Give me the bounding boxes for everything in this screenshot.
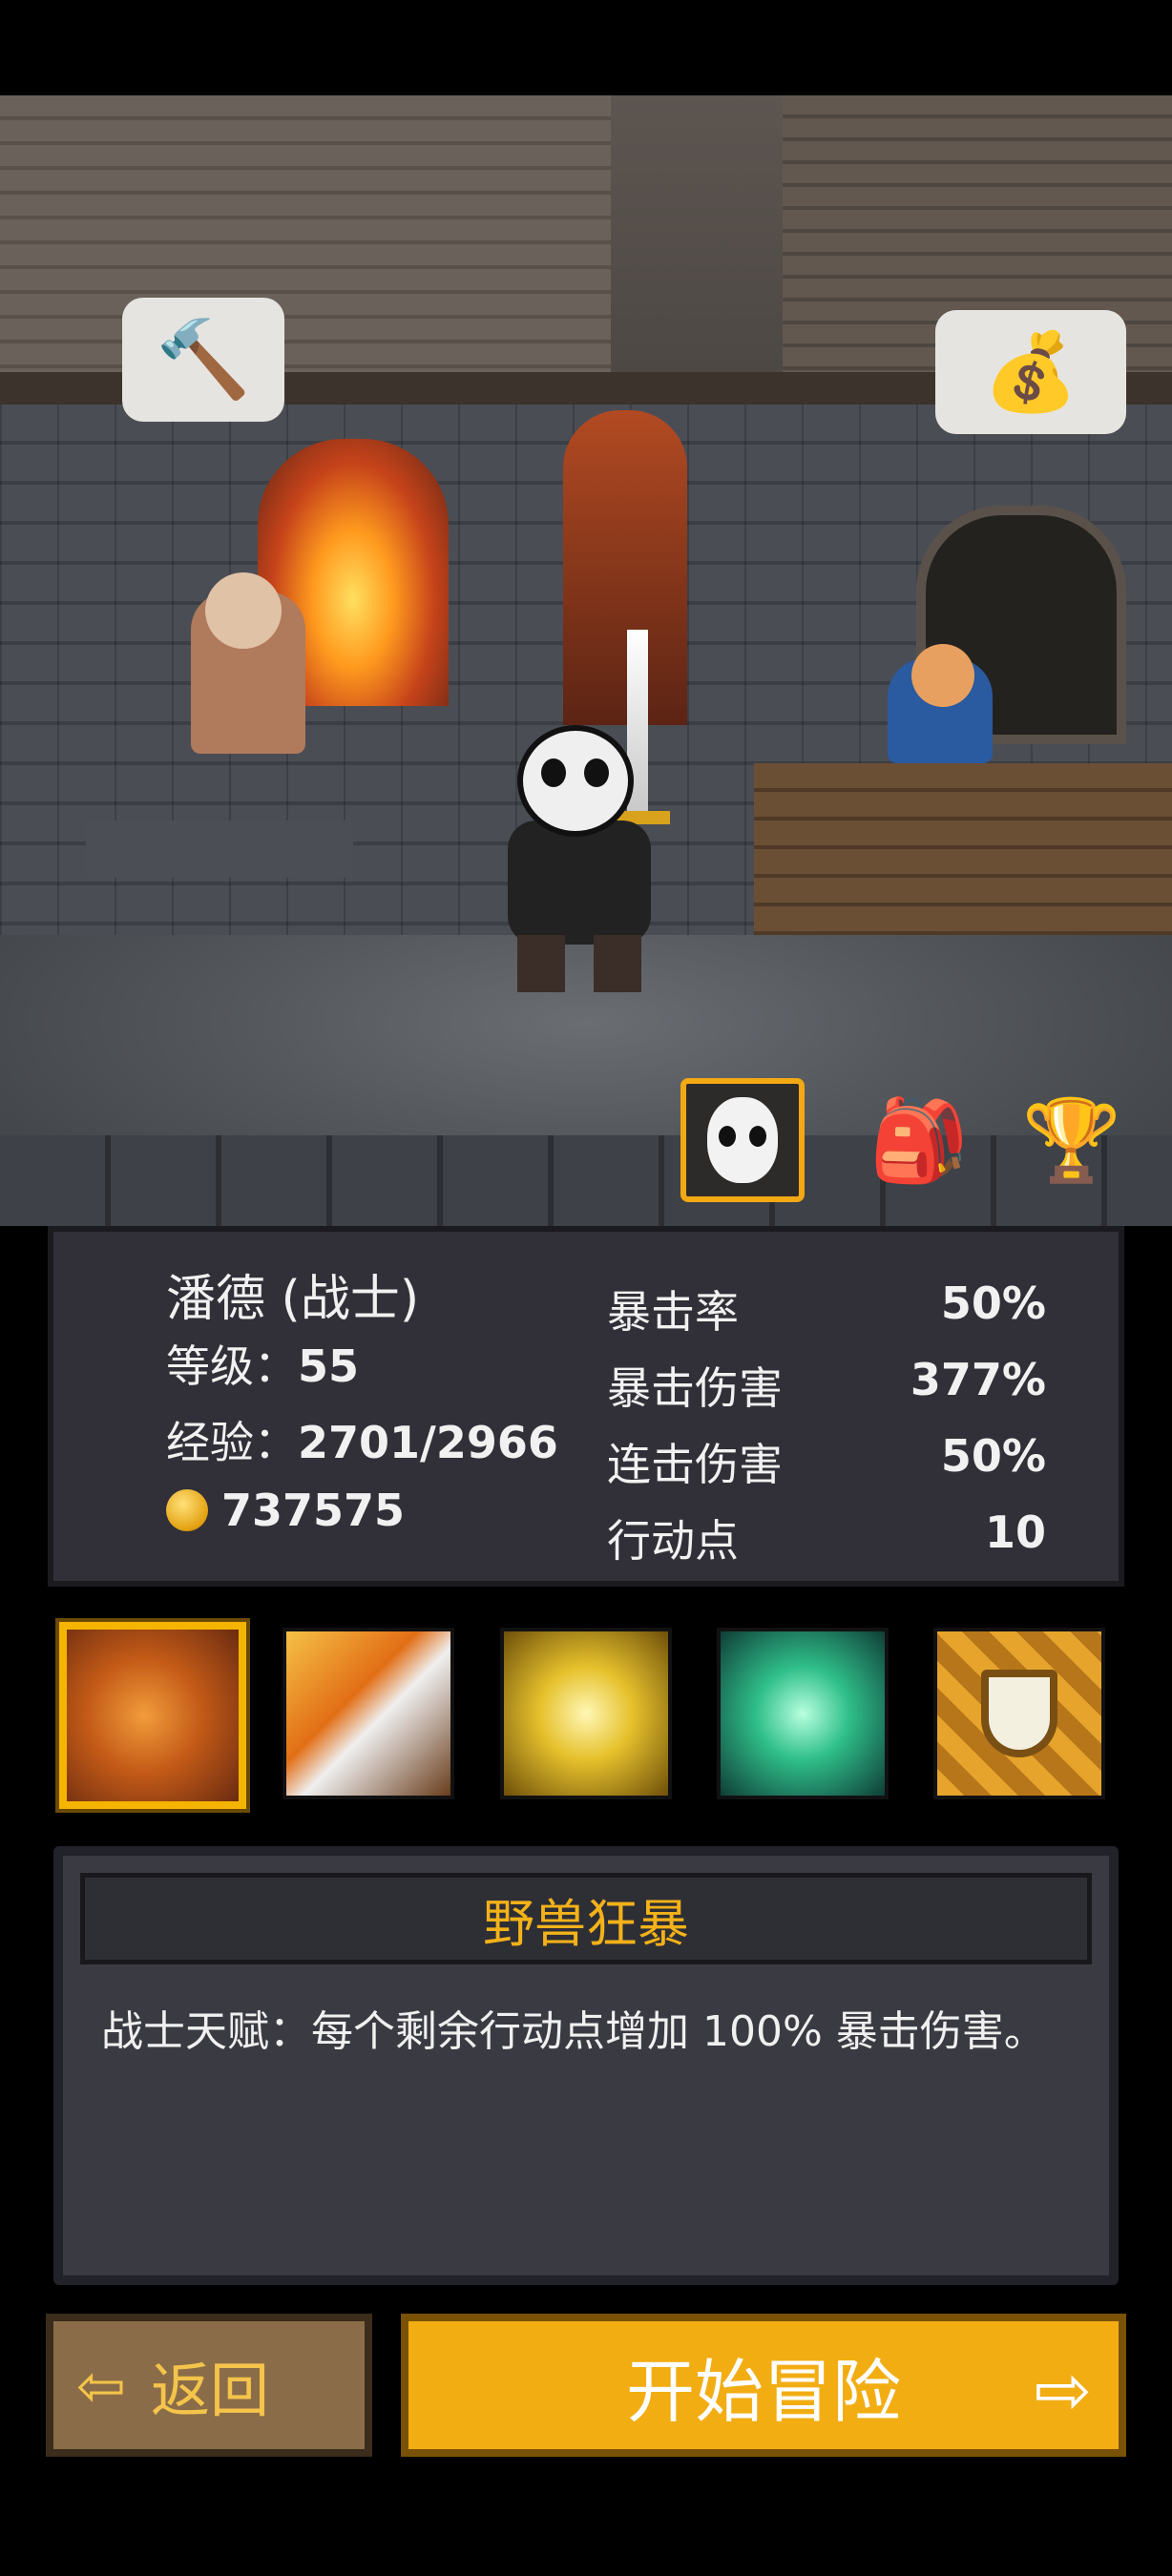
combo-damage-value: 50% [940,1430,1046,1482]
gold-value: 737575 [221,1485,406,1536]
start-adventure-button[interactable]: 开始冒险 ⇨ [401,2314,1126,2457]
golden-armor-icon[interactable] [500,1628,672,1799]
roof-left [0,95,611,382]
hero-eye-right [584,758,609,787]
panda-warrior-character [489,630,680,992]
merchant-head [911,644,974,707]
level-value: 55 [298,1340,360,1392]
backpack-icon[interactable]: 🎒 [857,1078,981,1202]
crit-rate-label: 暴击率 [607,1286,739,1338]
level-label: 等级： [166,1340,298,1392]
back-arrow-icon: ⇦ [76,2350,126,2420]
back-button[interactable]: ⇦ 返回 [46,2314,372,2457]
hero-head [517,725,634,837]
character-name: 潘德 (战士) [166,1271,420,1328]
back-button-label: 返回 [150,2356,269,2425]
green-potion-icon[interactable] [717,1628,889,1799]
crit-damage-label: 暴击伤害 [607,1362,783,1414]
exp-row: 经验：2701/2966 [166,1408,558,1471]
skill-description: 战士天赋：每个剩余行动点增加 100% 暴击伤害。 [101,2007,1046,2056]
combo-damage-label: 连击伤害 [607,1439,783,1490]
character-portrait-icon[interactable] [680,1078,805,1202]
hammer-icon: 🔨 [156,315,251,404]
blacksmith-head [205,572,282,649]
hero-eye-left [541,758,566,787]
beast-rage-icon[interactable] [59,1622,246,1809]
money-bag-icon: 💰 [983,327,1078,416]
action-points-label: 行动点 [607,1515,739,1567]
exp-label: 经验： [166,1417,298,1468]
shield-icon[interactable] [933,1628,1105,1799]
floor-edge [0,1135,1172,1226]
anvil [86,821,353,878]
gold-row: 737575 [166,1485,405,1536]
skill-title: 野兽狂暴 [483,1893,689,1954]
shop-counter [754,763,1172,964]
level-row: 等级：55 [166,1332,359,1395]
character-stats-panel: 潘德 (战士) 等级：55 经验：2701/2966 737575 暴击率 50… [48,1226,1124,1587]
gold-coin-icon [166,1489,208,1531]
hero-body [508,821,651,945]
blacksmith-hammer-bubble[interactable]: 🔨 [122,298,284,422]
trophy-icon[interactable]: 🏆 [1010,1078,1134,1202]
shield-glyph [981,1670,1057,1757]
hero-legs [517,935,641,992]
merchant-money-bubble[interactable]: 💰 [935,310,1126,434]
start-button-label: 开始冒险 [625,2351,901,2432]
skill-title-bar: 野兽狂暴 [80,1873,1092,1964]
blade-strike-icon[interactable] [283,1628,454,1799]
exp-value: 2701/2966 [298,1417,558,1468]
panda-face [707,1097,778,1183]
crit-rate-value: 50% [940,1278,1046,1329]
action-points-value: 10 [984,1506,1046,1558]
exit-arrow-icon: ⇨ [1034,2350,1092,2430]
crit-damage-value: 377% [910,1354,1046,1405]
skill-description-panel: 野兽狂暴 战士天赋：每个剩余行动点增加 100% 暴击伤害。 [53,1846,1119,2285]
